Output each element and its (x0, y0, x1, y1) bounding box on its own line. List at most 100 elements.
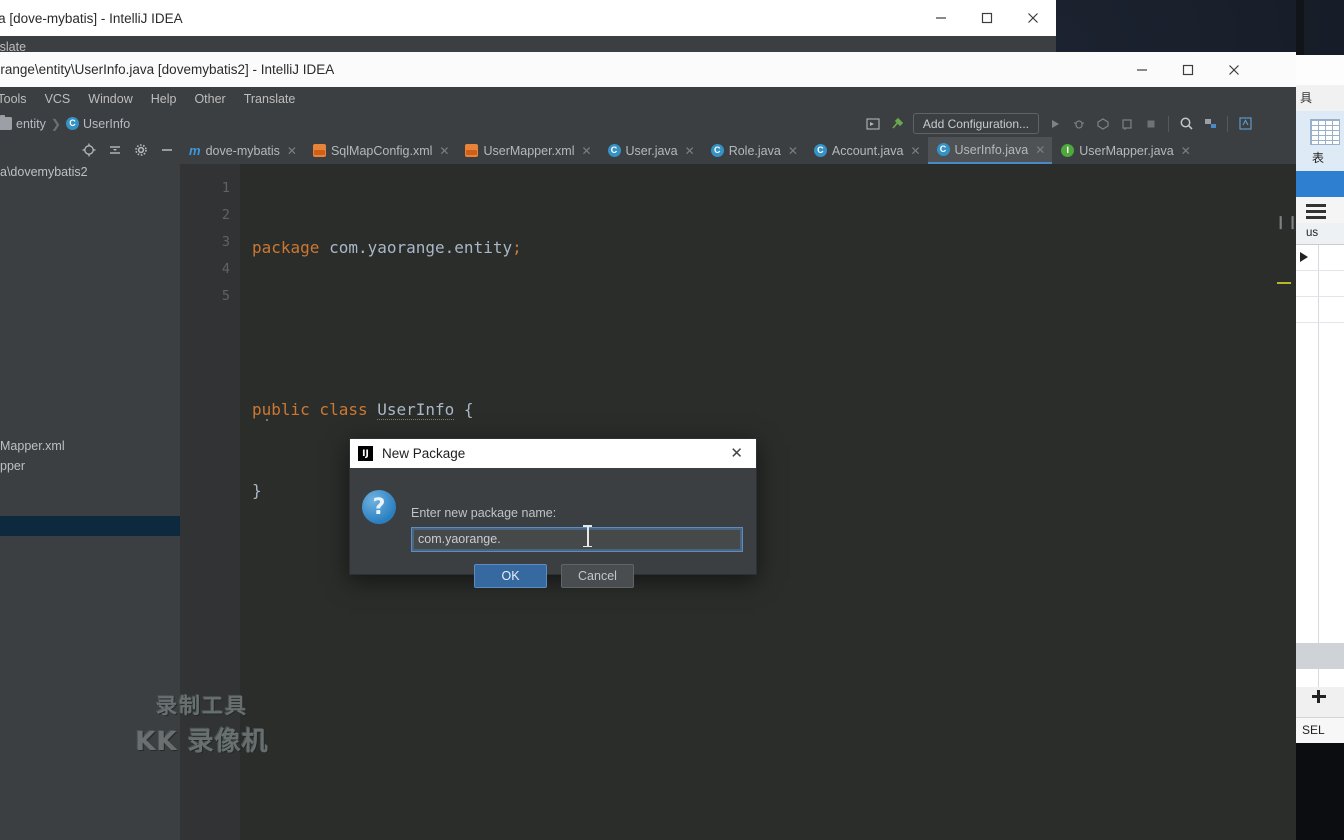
status-text: SEL (1302, 723, 1325, 737)
add-record-button[interactable] (1296, 687, 1344, 717)
table-row[interactable] (1296, 245, 1344, 271)
debug-icon[interactable] (1067, 112, 1091, 136)
grid-column-header[interactable]: us (1296, 223, 1344, 245)
table-row[interactable] (1296, 271, 1344, 297)
close-icon[interactable]: ✕ (439, 144, 449, 158)
watermark-line-2: KK 录像机 (135, 727, 269, 757)
minimize-icon[interactable] (918, 0, 964, 36)
close-icon[interactable]: ✕ (910, 144, 920, 158)
tab-role-java[interactable]: C Role.java ✕ (702, 137, 805, 164)
updates-icon[interactable] (1233, 112, 1257, 136)
background-window-titlebar[interactable]: nge\service\impl\UserServiceImplTest.jav… (0, 0, 1056, 36)
dialog-title: New Package (382, 446, 466, 461)
hide-panel-icon[interactable] (154, 137, 180, 162)
close-icon[interactable]: ✕ (685, 144, 695, 158)
tab-dove-mybatis[interactable]: m dove-mybatis ✕ (180, 137, 304, 164)
coverage-icon[interactable] (1091, 112, 1115, 136)
class-icon: C (607, 144, 621, 157)
terminal-icon[interactable] (861, 112, 885, 136)
xml-icon (312, 144, 326, 157)
close-icon[interactable] (1211, 52, 1257, 87)
collapse-all-icon[interactable] (102, 137, 128, 162)
data-grid[interactable] (1296, 245, 1344, 687)
background-window[interactable]: nge\service\impl\UserServiceImplTest.jav… (0, 0, 1056, 58)
ok-button[interactable]: OK (474, 564, 547, 588)
menu-item-other[interactable]: Other (185, 88, 234, 110)
menu-item-help[interactable]: Help (142, 88, 186, 110)
intellij-window-controls (1119, 52, 1257, 87)
intellij-titlebar[interactable]: dovemybatis2] - ...\src\main\java\com\ya… (0, 52, 1301, 87)
cancel-button[interactable]: Cancel (561, 564, 634, 588)
tab-label: UserMapper.java (1079, 143, 1174, 158)
editor-caret (266, 419, 268, 421)
maximize-icon[interactable] (964, 0, 1010, 36)
settings-gear-icon[interactable] (128, 137, 154, 162)
close-icon[interactable]: ✕ (788, 144, 798, 158)
close-icon[interactable]: ✕ (1181, 144, 1191, 158)
tree-item[interactable]: Mapper.xml (0, 436, 180, 456)
line-number: 3 (221, 234, 230, 250)
editor-tabs[interactable]: m dove-mybatis ✕ SqlMapConfig.xml ✕ User… (180, 137, 1301, 164)
breadcrumb-item-userinfo[interactable]: C UserInfo (65, 116, 131, 131)
breadcrumb-label: UserInfo (82, 116, 131, 131)
package-name-input[interactable]: com.yaorange. (411, 527, 743, 552)
table-grid-icon (1310, 119, 1340, 145)
navigation-bar: main ❯ java ❯ com ❯ yaorange ❯ (0, 110, 1301, 137)
question-icon: ? (362, 490, 396, 524)
tree-item[interactable]: a\dovemybatis2 (0, 162, 180, 182)
selected-tab-strip[interactable] (1296, 171, 1344, 197)
close-icon[interactable]: ✕ (287, 144, 297, 158)
database-titlebar[interactable] (1296, 55, 1344, 85)
close-icon[interactable]: ✕ (725, 446, 748, 461)
add-configuration-button[interactable]: Add Configuration... (912, 113, 1039, 134)
new-package-dialog[interactable]: IJ New Package ✕ ? Enter new package nam… (349, 438, 757, 588)
plus-icon-vertical (1317, 690, 1320, 703)
tab-user-java[interactable]: C User.java ✕ (599, 137, 702, 164)
menu-item-window[interactable]: Window (79, 88, 141, 110)
scrollbar-thumb[interactable] (1296, 643, 1344, 669)
tree-item-selected[interactable] (0, 516, 180, 536)
code-line-3: public class UserInfo { (252, 400, 474, 420)
menu-item-translate[interactable]: Translate (235, 88, 305, 110)
build-hammer-icon[interactable] (885, 112, 909, 136)
background-window-controls (918, 0, 1056, 36)
breadcrumb-item-entity[interactable]: entity ❯ (0, 115, 66, 131)
tab-sqlmapconfig-xml[interactable]: SqlMapConfig.xml ✕ (304, 137, 457, 164)
locate-icon[interactable] (76, 137, 102, 162)
tab-label: Role.java (728, 143, 781, 158)
warning-stripe[interactable] (1277, 282, 1291, 284)
tab-userinfo-java[interactable]: C UserInfo.java ✕ (927, 137, 1053, 164)
menu-hamburger-icon[interactable] (1306, 204, 1326, 207)
close-icon[interactable]: ✕ (581, 144, 591, 158)
menu-item-tools[interactable]: Tools (0, 88, 36, 110)
maximize-icon[interactable] (1165, 52, 1211, 87)
dialog-titlebar[interactable]: IJ New Package ✕ (350, 439, 756, 468)
database-menubar[interactable]: 具 (1296, 85, 1344, 111)
tab-usermapper-java[interactable]: I UserMapper.java ✕ (1052, 137, 1198, 164)
database-tool-window[interactable]: (dove2) 具 表 us SEL (1296, 0, 1344, 840)
close-icon[interactable]: ✕ (1035, 143, 1045, 157)
tab-account-java[interactable]: C Account.java ✕ (805, 137, 928, 164)
tab-label: SqlMapConfig.xml (330, 143, 433, 158)
intellij-menubar[interactable]: de Analyze Refactor Build Run Tools VCS … (0, 87, 1301, 110)
minimize-icon[interactable] (1119, 52, 1165, 87)
stop-icon[interactable] (1139, 112, 1163, 136)
folder-icon (0, 115, 13, 130)
grid-toolbar[interactable] (1296, 197, 1344, 223)
profile-icon[interactable] (1115, 112, 1139, 136)
tab-usermapper-xml[interactable]: UserMapper.xml ✕ (456, 137, 598, 164)
table-row[interactable] (1296, 297, 1344, 323)
menu-item-vcs[interactable]: VCS (36, 88, 80, 110)
close-icon[interactable] (1010, 0, 1056, 36)
search-icon[interactable] (1174, 112, 1198, 136)
chevron-right-icon: ❯ (50, 116, 61, 131)
menu-item[interactable]: 具 (1300, 89, 1312, 106)
line-number: 1 (221, 180, 230, 196)
run-icon[interactable] (1043, 112, 1067, 136)
tree-item[interactable]: pper (0, 456, 180, 476)
expand-row-icon[interactable] (1300, 252, 1308, 262)
database-statusbar: SEL (1296, 717, 1344, 743)
class-icon: C (813, 144, 827, 157)
structure-icon[interactable] (1198, 112, 1222, 136)
database-toolbar[interactable]: 表 (1296, 111, 1344, 171)
